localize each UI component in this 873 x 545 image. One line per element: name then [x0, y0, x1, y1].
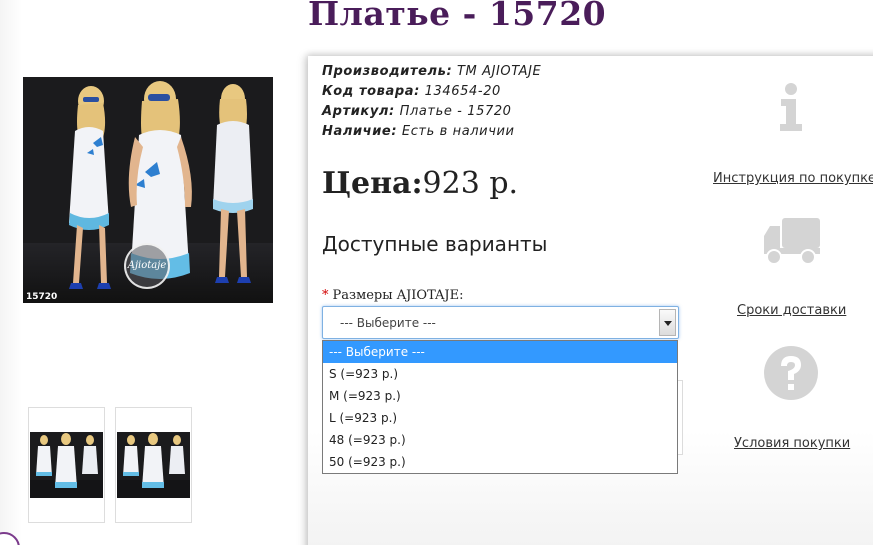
spec-value: Есть в наличии — [401, 124, 515, 139]
price-label: Цена: — [322, 166, 423, 201]
spec-value: 134654-20 — [424, 84, 501, 99]
delivery-terms-link[interactable]: Сроки доставки — [737, 303, 846, 318]
size-option[interactable]: M (=923 р.) — [323, 385, 677, 407]
size-label-text: Размеры AJIOTAJE: — [332, 288, 464, 303]
purchase-instructions-link[interactable]: Инструкция по покупке — [713, 171, 873, 186]
thumbnail-image — [30, 432, 103, 498]
required-mark: * — [322, 288, 329, 303]
page-title: Платье - 15720 — [308, 0, 607, 33]
size-select[interactable]: --- Выберите --- — [322, 306, 679, 339]
spec-label: Код товара: — [322, 84, 420, 99]
chevron-down-icon[interactable] — [659, 309, 676, 336]
spec-label: Производитель: — [322, 64, 453, 79]
variants-title: Доступные варианты — [322, 232, 548, 256]
size-select-value: --- Выберите --- — [340, 316, 436, 330]
thumbnail-2[interactable] — [115, 407, 192, 523]
info-icon — [780, 83, 802, 131]
size-label: * Размеры AJIOTAJE: — [322, 288, 464, 303]
spec-label: Наличие: — [322, 124, 398, 139]
photo-code: 15720 — [26, 292, 58, 302]
size-option[interactable]: 48 (=923 р.) — [323, 429, 677, 451]
left-shadow — [0, 0, 22, 545]
product-main-photo[interactable]: Ajiotaje 15720 — [23, 77, 273, 303]
spec-value: ТМ AJIOTAJE — [456, 64, 542, 79]
spec-article: Артикул: Платье - 15720 — [322, 104, 512, 119]
purchase-conditions-link[interactable]: Условия покупки — [734, 436, 850, 451]
size-option[interactable]: --- Выберите --- — [323, 341, 677, 363]
spec-manufacturer: Производитель: ТМ AJIOTAJE — [322, 64, 541, 79]
thumbnail-image — [117, 432, 190, 498]
spec-value: Платье - 15720 — [399, 104, 512, 119]
delivery-truck-icon — [764, 218, 820, 265]
price-value: 923 р. — [422, 166, 519, 201]
spec-label: Артикул: — [322, 104, 395, 119]
thumbnail-models — [117, 433, 190, 498]
size-option[interactable]: 50 (=923 р.) — [323, 451, 677, 473]
price: Цена:923 р. — [322, 166, 518, 201]
size-option[interactable]: S (=923 р.) — [323, 363, 677, 385]
model-figure-right — [213, 84, 253, 283]
brand-watermark: Ajiotaje — [124, 243, 170, 289]
question-icon — [764, 346, 818, 400]
model-figure-left — [69, 86, 111, 289]
size-option[interactable]: L (=923 р.) — [323, 407, 677, 429]
thumbnail-models — [30, 433, 103, 498]
spec-availability: Наличие: Есть в наличии — [322, 124, 515, 139]
size-dropdown-list: --- Выберите --- S (=923 р.) M (=923 р.)… — [322, 340, 678, 474]
thumbnail-1[interactable] — [28, 407, 105, 523]
spec-product-code: Код товара: 134654-20 — [322, 84, 501, 99]
